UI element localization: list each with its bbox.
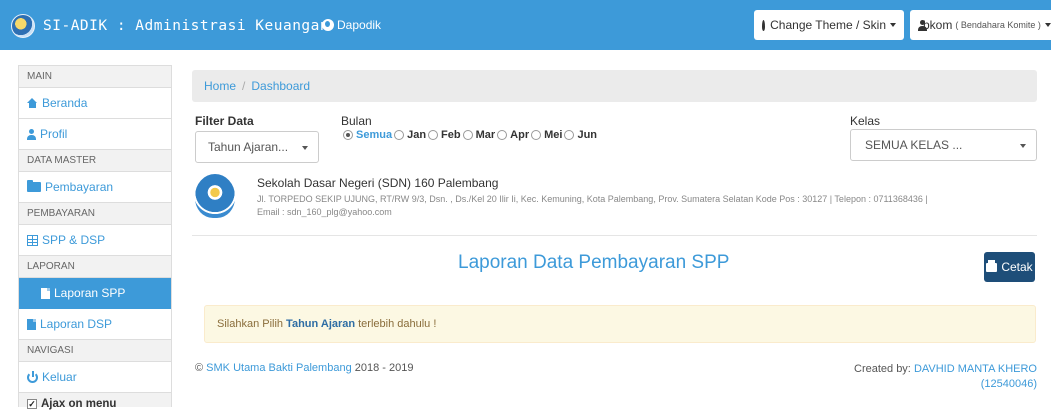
brand-logo-icon	[11, 14, 35, 38]
caret-down-icon	[1044, 23, 1051, 27]
radio-mei[interactable]	[531, 130, 542, 140]
footer-years: 2018 - 2019	[354, 362, 414, 374]
org-link[interactable]: SMK Utama Bakti Palembang	[206, 362, 352, 374]
user-role: ( Bendahara Komite )	[955, 20, 1041, 30]
caret-down-icon	[890, 23, 896, 27]
bulan-radio-group: Semua Jan Feb Mar Apr Mei Jun	[341, 129, 597, 141]
kelas-select[interactable]: SEMUA KELAS ...	[850, 129, 1037, 161]
brand-title: SI-ADIK : Administrasi Keuangan	[43, 18, 330, 34]
school-address: Jl. TORPEDO SEKIP UJUNG, RT/RW 9/3, Dsn.…	[257, 194, 928, 217]
sidebar-item-label: Profil	[40, 127, 68, 141]
radio-jan[interactable]	[394, 130, 405, 140]
chevron-down-icon	[1020, 144, 1026, 148]
sidebar-item-label: SPP & DSP	[42, 233, 106, 247]
power-icon	[27, 370, 38, 383]
sidebar-item-label: Pembayaran	[45, 180, 114, 194]
sidebar-header-main: MAIN	[19, 66, 171, 88]
ajax-checkbox[interactable]: ✓	[27, 399, 37, 409]
table-icon	[27, 234, 38, 246]
sidebar-item-laporan-dsp[interactable]: Laporan DSP	[19, 309, 171, 340]
radio-label-jun: Jun	[577, 129, 598, 141]
tint-icon	[762, 19, 766, 31]
sidebar-item-profil[interactable]: Profil	[19, 119, 171, 150]
globe-icon	[322, 19, 334, 31]
radio-label-mar: Mar	[475, 129, 496, 141]
filter-data-label: Filter Data	[195, 114, 254, 128]
school-logo	[195, 174, 235, 218]
chevron-down-icon	[302, 146, 308, 150]
tahun-ajaran-select[interactable]: Tahun Ajaran...	[195, 131, 319, 163]
sidebar-header-data-master: DATA MASTER	[19, 150, 171, 172]
kelas-label: Kelas	[850, 114, 881, 128]
ajax-label: Ajax on menu	[41, 398, 117, 410]
radio-feb[interactable]	[428, 130, 439, 140]
sidebar-item-label: Laporan DSP	[40, 317, 113, 331]
footer-credit: Created by: DAVHID MANTA KHERO (12540046…	[854, 362, 1037, 392]
ajax-toggle[interactable]: ✓ Ajax on menu	[19, 393, 171, 415]
created-by-label: Created by:	[854, 363, 911, 375]
radio-jun[interactable]	[564, 130, 575, 140]
radio-mar[interactable]	[462, 130, 473, 140]
dapodik-link[interactable]: Dapodik	[322, 18, 381, 32]
divider	[192, 235, 1037, 236]
copyright-symbol: ©	[195, 362, 204, 374]
school-name: Sekolah Dasar Negeri (SDN) 160 Palembang	[257, 176, 499, 190]
sidebar-item-label: Keluar	[42, 370, 77, 384]
bulan-label: Bulan	[341, 114, 372, 128]
radio-apr[interactable]	[497, 130, 508, 140]
user-name: bkom	[923, 18, 953, 32]
sidebar-item-keluar[interactable]: Keluar	[19, 362, 171, 393]
sidebar-item-label: Beranda	[42, 96, 88, 110]
breadcrumb-home[interactable]: Home	[204, 79, 236, 93]
breadcrumb-current[interactable]: Dashboard	[251, 79, 310, 93]
kelas-value: SEMUA KELAS ...	[865, 138, 963, 152]
sidebar-item-spp-dsp[interactable]: SPP & DSP	[19, 225, 171, 256]
report-title: Laporan Data Pembayaran SPP	[458, 252, 730, 273]
author-link[interactable]: DAVHID MANTA KHERO	[914, 363, 1037, 375]
radio-semua[interactable]	[343, 130, 353, 140]
folder-icon	[27, 180, 41, 192]
sidebar-header-laporan: LAPORAN	[19, 256, 171, 278]
sidebar-header-navigasi: NAVIGASI	[19, 340, 171, 362]
sidebar: MAIN Beranda Profil DATA MASTER Pembayar…	[18, 65, 172, 410]
radio-label-semua: Semua	[356, 129, 393, 141]
print-label: Cetak	[1001, 260, 1033, 274]
sidebar-item-laporan-spp[interactable]: Laporan SPP	[19, 278, 171, 309]
radio-label-apr: Apr	[510, 129, 530, 141]
tahun-ajaran-value: Tahun Ajaran...	[208, 140, 289, 154]
home-icon	[27, 98, 38, 108]
alert-bold: Tahun Ajaran	[286, 318, 356, 330]
print-button[interactable]: Cetak	[984, 252, 1035, 282]
author-id: (12540046)	[980, 378, 1037, 390]
user-icon	[27, 128, 36, 140]
breadcrumb-separator: /	[242, 79, 246, 93]
warning-alert: Silahkan Pilih Tahun Ajaran terlebih dah…	[204, 305, 1036, 343]
top-navbar: SI-ADIK : Administrasi Keuangan Dapodik …	[0, 0, 1051, 50]
sidebar-item-label: Laporan SPP	[54, 286, 126, 300]
breadcrumb: Home / Dashboard	[192, 70, 1037, 102]
change-theme-label: Change Theme / Skin	[770, 18, 886, 32]
sidebar-item-pembayaran[interactable]: Pembayaran	[19, 172, 171, 203]
brand[interactable]: SI-ADIK : Administrasi Keuangan	[11, 13, 329, 39]
radio-label-mei: Mei	[544, 129, 563, 141]
sidebar-item-beranda[interactable]: Beranda	[19, 88, 171, 119]
dapodik-label: Dapodik	[337, 18, 382, 32]
file-icon	[27, 318, 36, 330]
alert-prefix: Silahkan Pilih	[217, 318, 284, 330]
change-theme-button[interactable]: Change Theme / Skin	[754, 10, 904, 40]
user-menu-button[interactable]: bkom ( Bendahara Komite )	[910, 10, 1051, 40]
print-icon	[986, 259, 998, 272]
alert-suffix: terlebih dahulu !	[358, 318, 437, 330]
footer-copyright: © SMK Utama Bakti Palembang 2018 - 2019	[195, 362, 413, 374]
radio-label-jan: Jan	[407, 129, 427, 141]
file-icon	[41, 287, 50, 299]
sidebar-header-pembayaran: PEMBAYARAN	[19, 203, 171, 225]
radio-label-feb: Feb	[441, 129, 461, 141]
